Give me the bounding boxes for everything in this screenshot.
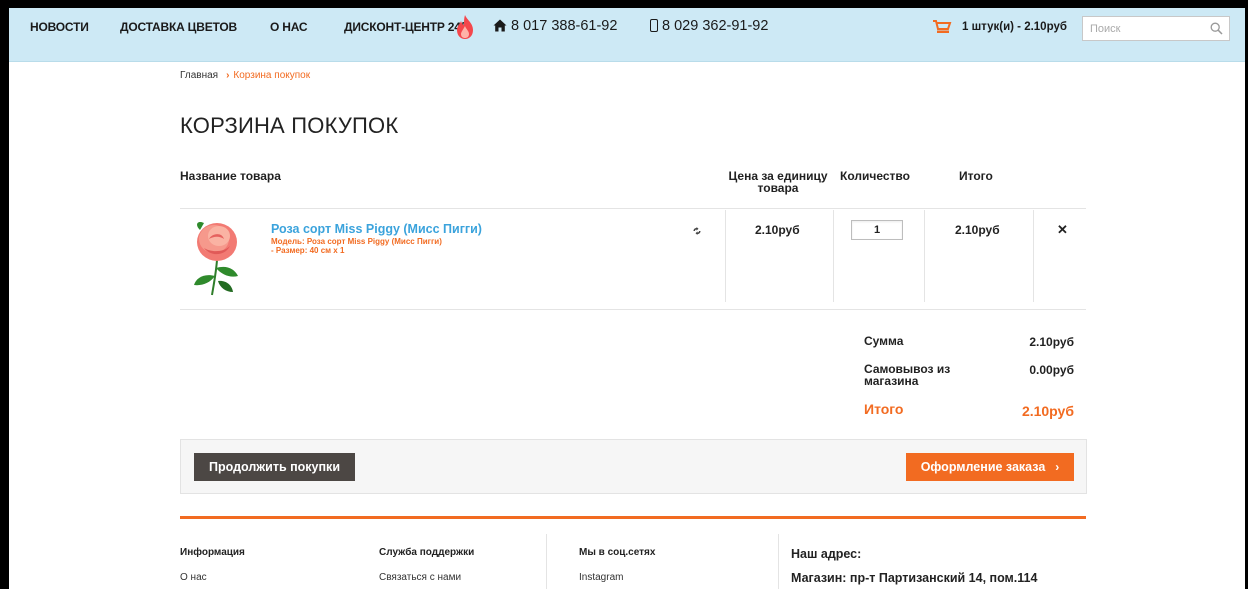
search-icon[interactable] — [1210, 22, 1223, 35]
footer-link-about[interactable]: О нас — [180, 572, 207, 583]
home-icon — [493, 19, 507, 32]
footer-column-divider — [546, 534, 547, 589]
footer-column-divider — [778, 534, 779, 589]
column-divider — [725, 210, 726, 302]
unit-price: 2.10руб — [755, 223, 800, 237]
footer-heading-support: Служба поддержки — [379, 547, 475, 558]
nav-link-about[interactable]: О НАС — [270, 20, 308, 34]
header-total: Итого — [959, 169, 993, 183]
footer-address-heading: Наш адрес: — [791, 547, 862, 561]
breadcrumb: Главная › Корзина покупок — [180, 70, 310, 81]
table-divider-bottom — [180, 309, 1086, 310]
nav-link-flower-delivery[interactable]: ДОСТАВКА ЦВЕТОВ — [120, 20, 237, 34]
mobile-phone-number[interactable]: 8 029 362-91-92 — [662, 18, 768, 34]
window-frame-top — [0, 0, 1248, 8]
mobile-phone-icon — [650, 19, 658, 32]
column-divider — [1033, 210, 1034, 302]
pickup-value: 0.00руб — [1029, 363, 1074, 377]
breadcrumb-current[interactable]: Корзина покупок — [233, 70, 310, 81]
fire-icon — [457, 15, 473, 39]
nav-link-discount-center[interactable]: ДИСКОНТ-ЦЕНТР 24/7 — [344, 20, 471, 34]
product-options: Модель: Роза сорт Miss Piggy (Мисс Пигги… — [271, 237, 442, 255]
search-box — [1082, 16, 1230, 41]
column-divider — [924, 210, 925, 302]
product-size: - Размер: 40 см x 1 — [271, 246, 345, 255]
header-unit-price: Цена за единицу товара — [728, 169, 828, 195]
window-frame-left — [0, 0, 9, 589]
checkout-button[interactable]: Оформление заказа › — [906, 453, 1074, 481]
header-product-name: Название товара — [180, 169, 281, 183]
home-phone-number[interactable]: 8 017 388-61-92 — [511, 18, 617, 34]
subtotal-label: Сумма — [864, 334, 904, 348]
search-input[interactable] — [1083, 17, 1203, 40]
grand-total-value: 2.10руб — [1021, 403, 1074, 419]
breadcrumb-chevron-icon: › — [226, 70, 230, 81]
page-title: КОРЗИНА ПОКУПОК — [180, 113, 399, 138]
footer-address-line: Магазин: пр-т Партизанский 14, пом.114 — [791, 571, 1038, 585]
quantity-input[interactable] — [851, 220, 903, 240]
subtotal-value: 2.10руб — [1029, 335, 1074, 349]
footer-link-contact[interactable]: Связаться с нами — [379, 572, 461, 583]
chevron-right-icon: › — [1055, 460, 1060, 474]
nav-link-news[interactable]: НОВОСТИ — [30, 20, 89, 34]
checkout-button-label: Оформление заказа — [920, 460, 1046, 474]
product-model: Модель: Роза сорт Miss Piggy (Мисс Пигги… — [271, 237, 442, 246]
footer-link-instagram[interactable]: Instagram — [579, 572, 623, 583]
continue-shopping-button[interactable]: Продолжить покупки — [194, 453, 355, 481]
table-divider-top — [180, 208, 1086, 209]
cart-icon[interactable] — [932, 19, 952, 35]
footer-heading-social: Мы в соц.сетях — [579, 547, 656, 558]
footer-heading-info: Информация — [180, 547, 245, 558]
grand-total-label: Итого — [864, 401, 904, 417]
remove-icon[interactable]: ✕ — [1057, 222, 1068, 238]
cart-summary-link[interactable]: 1 штук(и) - 2.10руб — [962, 21, 1067, 33]
footer-accent-rule — [180, 516, 1086, 519]
top-navigation-bar — [9, 8, 1245, 62]
pickup-label: Самовывоз из магазина — [864, 362, 951, 388]
line-total: 2.10руб — [955, 223, 1000, 237]
refresh-icon[interactable] — [692, 227, 702, 235]
breadcrumb-home-link[interactable]: Главная — [180, 70, 218, 81]
product-name-link[interactable]: Роза сорт Miss Piggy (Мисс Пигги) — [271, 222, 482, 236]
column-divider — [833, 210, 834, 302]
header-quantity: Количество — [840, 169, 910, 183]
product-image[interactable] — [190, 218, 244, 296]
